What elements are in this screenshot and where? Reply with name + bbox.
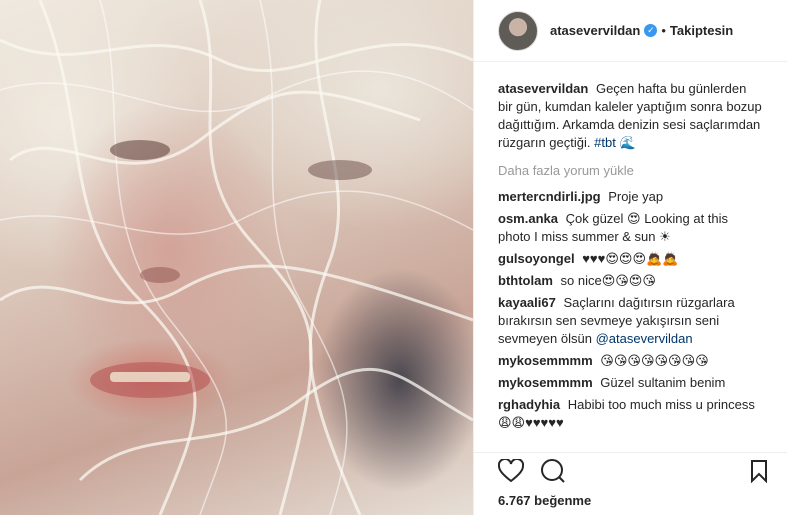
comment-username[interactable]: osm.anka: [498, 211, 558, 226]
caption-username[interactable]: atasevervildan: [498, 81, 588, 96]
comments-list: atasevervildan Geçen hafta bu günlerden …: [498, 80, 764, 436]
divider: [474, 452, 787, 453]
comment-text: Proje yap: [608, 189, 664, 204]
hair-strands-overlay: [0, 0, 473, 515]
comment-item: mertercndirli.jpg Proje yap: [498, 188, 764, 206]
comment-text: ♥♥♥😍😍😍🙇🙇: [582, 251, 679, 266]
comment-username[interactable]: mykosemmmm: [498, 353, 593, 368]
header-username[interactable]: atasevervildan: [550, 23, 640, 38]
likes-count[interactable]: 6.767 beğenme: [498, 493, 591, 508]
comment-username[interactable]: mertercndirli.jpg: [498, 189, 601, 204]
comment-text: so nice😍😘😍😘: [560, 273, 656, 288]
comment-item: mykosemmmm 😘😘😘😘😘😘😘😘: [498, 352, 764, 370]
comment-icon[interactable]: [540, 459, 566, 486]
action-bar: [497, 457, 774, 486]
comment-username[interactable]: mykosemmmm: [498, 375, 593, 390]
follow-status-button[interactable]: Takiptesin: [670, 23, 733, 38]
separator-dot: •: [661, 23, 666, 38]
comment-item: gulsoyongel ♥♥♥😍😍😍🙇🙇: [498, 250, 764, 268]
post-view: atasevervildan ✓ • Takiptesin atasevervi…: [0, 0, 787, 515]
comment-item: kayaali67 Saçlarını dağıtırsın rüzgarlar…: [498, 294, 764, 348]
comment-username[interactable]: gulsoyongel: [498, 251, 575, 266]
load-more-comments-link[interactable]: Daha fazla yorum yükle: [498, 162, 764, 180]
verified-badge-icon: ✓: [644, 24, 658, 37]
heart-icon[interactable]: [497, 457, 525, 486]
comment-username[interactable]: rghadyhia: [498, 397, 560, 412]
post-panel: atasevervildan ✓ • Takiptesin atasevervi…: [473, 0, 787, 515]
comment-username[interactable]: kayaali67: [498, 295, 556, 310]
comment-item: osm.anka Çok güzel 😍 Looking at this pho…: [498, 210, 764, 246]
comment-item: rghadyhia Habibi too much miss u princes…: [498, 396, 764, 432]
comment-item: bthtolam so nice😍😘😍😘: [498, 272, 764, 290]
bookmark-icon[interactable]: [750, 459, 768, 486]
comment-username[interactable]: bthtolam: [498, 273, 553, 288]
post-photo[interactable]: [0, 0, 473, 515]
mention-link[interactable]: @atasevervildan: [596, 331, 693, 346]
caption: atasevervildan Geçen hafta bu günlerden …: [498, 80, 764, 152]
avatar[interactable]: [498, 10, 538, 51]
comment-text: Güzel sultanim benim: [600, 375, 726, 390]
caption-emoji: 🌊: [619, 135, 636, 150]
comment-text: 😘😘😘😘😘😘😘😘: [600, 353, 709, 368]
post-header: atasevervildan ✓ • Takiptesin: [474, 0, 787, 62]
comment-item: mykosemmmm Güzel sultanim benim: [498, 374, 764, 392]
hashtag-link[interactable]: #tbt: [594, 135, 616, 150]
